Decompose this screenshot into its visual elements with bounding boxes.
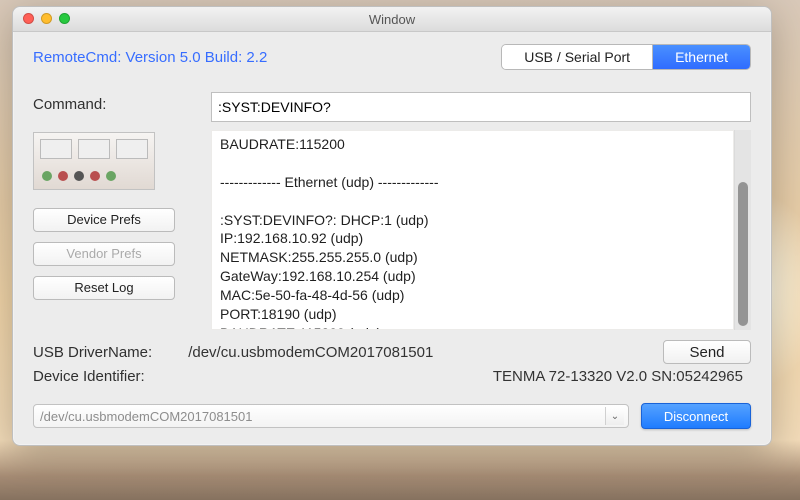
tab-usb-serial[interactable]: USB / Serial Port xyxy=(502,45,652,69)
window-content: RemoteCmd: Version 5.0 Build: 2.2 USB / … xyxy=(13,32,771,445)
device-image xyxy=(33,132,155,190)
window-title: Window xyxy=(369,12,415,27)
scrollbar-thumb[interactable] xyxy=(738,182,748,326)
connection-segmented-control: USB / Serial Port Ethernet xyxy=(501,44,751,70)
vendor-prefs-button: Vendor Prefs xyxy=(33,242,175,266)
command-label: Command: xyxy=(33,92,203,122)
command-input[interactable] xyxy=(211,92,751,122)
device-prefs-button[interactable]: Device Prefs xyxy=(33,208,175,232)
traffic-lights xyxy=(23,13,70,24)
window-titlebar[interactable]: Window xyxy=(13,7,771,32)
usb-driver-name-label: USB DriverName: xyxy=(33,344,152,361)
device-identifier-value: TENMA 72-13320 V2.0 SN:05242965 xyxy=(493,368,743,385)
shoreline xyxy=(0,440,800,500)
port-combo[interactable]: /dev/cu.usbmodemCOM2017081501 ⌄ xyxy=(33,404,629,428)
chevron-down-icon[interactable]: ⌄ xyxy=(605,407,624,425)
answer-scrollbar[interactable] xyxy=(734,130,751,330)
close-icon[interactable] xyxy=(23,13,34,24)
version-text: RemoteCmd: Version 5.0 Build: 2.2 xyxy=(33,49,267,66)
disconnect-button[interactable]: Disconnect xyxy=(641,403,751,429)
zoom-icon[interactable] xyxy=(59,13,70,24)
send-button[interactable]: Send xyxy=(663,340,751,364)
app-window: Window RemoteCmd: Version 5.0 Build: 2.2… xyxy=(12,6,772,446)
device-identifier-label: Device Identifier: xyxy=(33,368,145,385)
answer-output[interactable]: BAUDRATE:115200 ------------- Ethernet (… xyxy=(211,130,734,330)
reset-log-button[interactable]: Reset Log xyxy=(33,276,175,300)
usb-driver-name-value: /dev/cu.usbmodemCOM2017081501 xyxy=(188,344,433,361)
minimize-icon[interactable] xyxy=(41,13,52,24)
port-combo-value: /dev/cu.usbmodemCOM2017081501 xyxy=(40,409,252,424)
tab-ethernet[interactable]: Ethernet xyxy=(652,45,750,69)
